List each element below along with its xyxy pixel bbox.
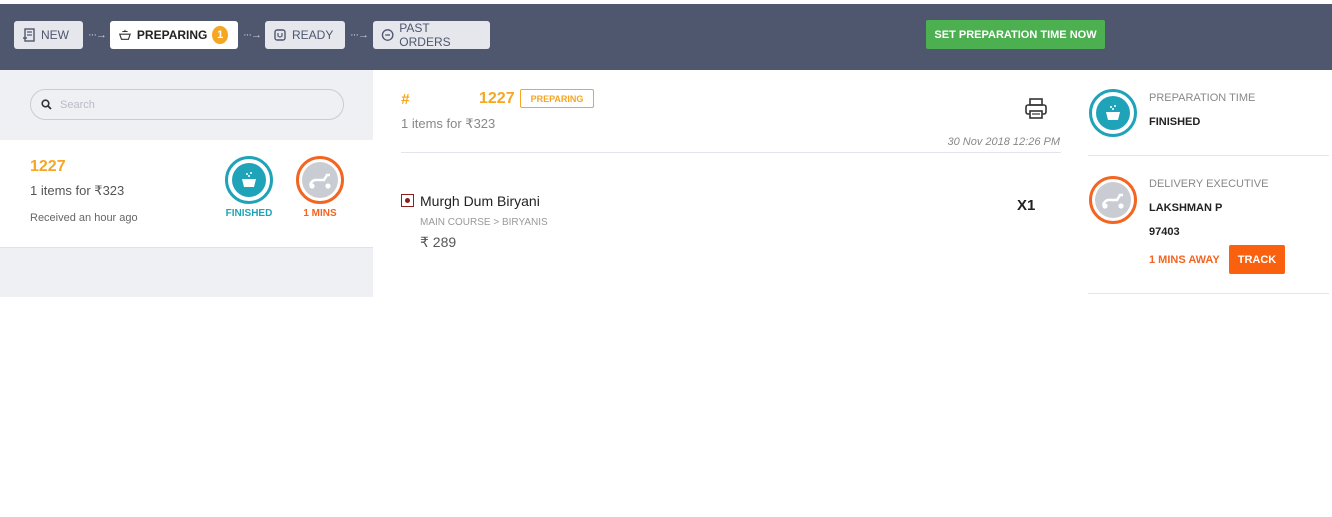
orders-sidebar: 1227 1 items for ₹323 Received an hour a…	[0, 70, 373, 297]
bag-icon	[274, 29, 286, 41]
tab-preparing-label: PREPARING	[136, 28, 208, 42]
executive-code: 97403	[1149, 226, 1180, 238]
prep-time-label: PREPARATION TIME	[1149, 92, 1256, 104]
item-name: Murgh Dum Biryani	[420, 193, 540, 209]
order-list-item[interactable]: 1227 1 items for ₹323 Received an hour a…	[0, 140, 373, 248]
search-input[interactable]	[60, 98, 320, 111]
prep-finished-icon	[1089, 89, 1137, 137]
order-summary: 1 items for ₹323	[30, 183, 125, 198]
delivery-eta: 1 MINS AWAY	[1149, 254, 1220, 266]
tab-ready-label: READY	[292, 28, 334, 42]
item-price: ₹ 289	[420, 234, 457, 250]
minus-circle-icon	[381, 29, 394, 41]
search-box[interactable]	[30, 89, 344, 120]
receipt-icon	[23, 28, 35, 42]
order-number: 1227	[30, 158, 66, 175]
delivery-scooter-icon	[296, 156, 344, 204]
divider	[1088, 155, 1329, 156]
order-datetime: 30 Nov 2018 12:26 PM	[947, 136, 1060, 148]
search-icon	[41, 99, 52, 110]
order-detail-summary: 1 items for ₹323	[401, 116, 496, 131]
delivery-status-label: 1 MINS	[303, 208, 337, 219]
order-detail-number: 1227	[479, 90, 515, 107]
prep-status-label: FINISHED	[225, 208, 273, 219]
top-bar: NEW ···→ PREPARING 1 ···→ READY ···→ PAS…	[0, 4, 1332, 70]
tab-new[interactable]: NEW	[14, 21, 83, 49]
track-button[interactable]: TRACK	[1229, 245, 1285, 274]
tab-preparing[interactable]: PREPARING 1	[110, 21, 238, 49]
tab-past-orders-label: PAST ORDERS	[399, 21, 451, 49]
pot-icon	[118, 29, 131, 40]
tab-ready[interactable]: READY	[265, 21, 345, 49]
divider	[1088, 293, 1329, 294]
status-badge: PREPARING	[520, 89, 594, 108]
executive-name: LAKSHMAN P	[1149, 202, 1223, 214]
delivery-executive-label: DELIVERY EXECUTIVE	[1149, 178, 1269, 190]
prep-finished-icon	[225, 156, 273, 204]
flow-arrow: ···→	[350, 29, 369, 41]
preparing-count-badge: 1	[212, 26, 228, 44]
divider	[401, 152, 1061, 153]
item-quantity: X1	[1017, 197, 1036, 214]
tab-new-label: NEW	[41, 28, 69, 42]
item-category: MAIN COURSE > BIRYANIS	[420, 217, 548, 228]
flow-arrow: ···→	[88, 29, 107, 41]
set-preparation-time-button[interactable]: SET PREPARATION TIME NOW	[926, 20, 1105, 49]
order-received-time: Received an hour ago	[30, 212, 138, 224]
order-hash: #	[401, 91, 410, 108]
prep-time-value: FINISHED	[1149, 116, 1201, 128]
tab-past-orders[interactable]: PAST ORDERS	[373, 21, 490, 49]
flow-arrow: ···→	[243, 29, 262, 41]
non-veg-icon	[401, 194, 414, 207]
delivery-scooter-icon	[1089, 176, 1137, 224]
print-icon[interactable]	[1024, 98, 1048, 120]
